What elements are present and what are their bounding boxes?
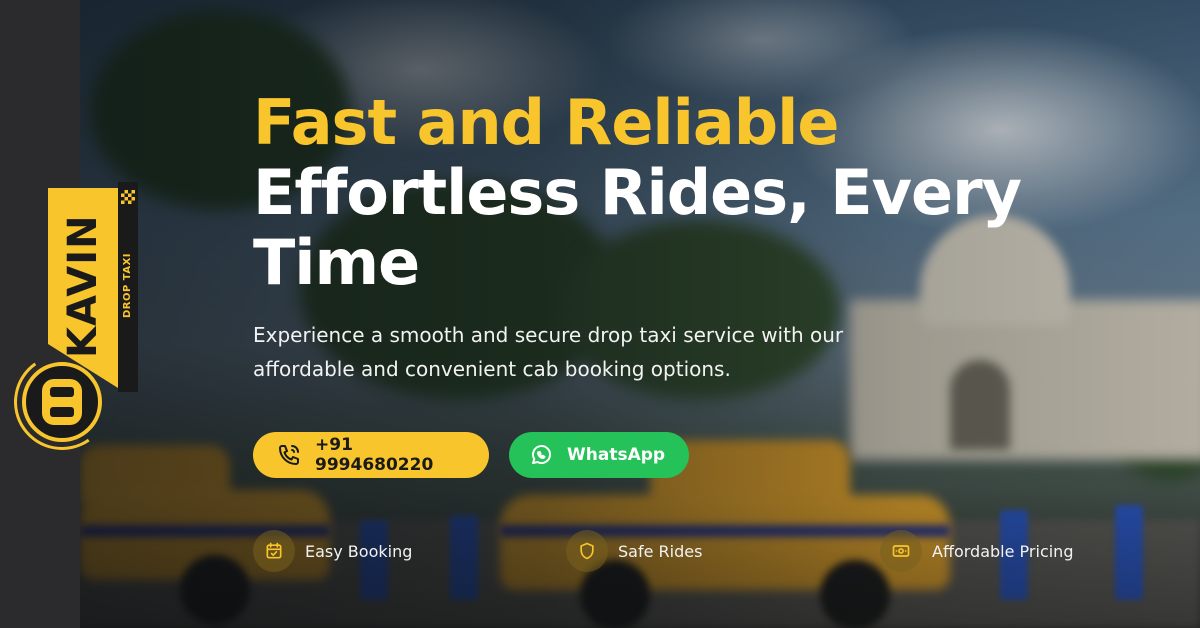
car-icon (42, 379, 82, 425)
whatsapp-button[interactable]: WhatsApp (509, 432, 689, 478)
feature-affordable-pricing: Affordable Pricing (880, 530, 1073, 572)
calendar-check-icon (266, 542, 282, 559)
checker-flag-icon (121, 190, 135, 204)
brand-logo-badge (22, 362, 102, 442)
hero-section: Fast and Reliable Effortless Rides, Ever… (253, 88, 1133, 386)
brand-name: KAVIN (60, 214, 106, 358)
feature-label: Safe Rides (618, 541, 703, 561)
feature-label: Easy Booking (305, 541, 413, 561)
feature-label: Affordable Pricing (932, 541, 1074, 561)
headline-accent: Fast and Reliable (253, 86, 839, 159)
headline-main: Effortless Rides, Every Time (253, 156, 1022, 299)
money-icon (892, 545, 910, 557)
hero-subtitle: Experience a smooth and secure drop taxi… (253, 323, 844, 381)
feature-safe-rides: Safe Rides (566, 530, 702, 572)
call-button-label: +91 9994680220 (315, 435, 434, 475)
phone-icon (279, 445, 299, 465)
call-button[interactable]: +91 9994680220 (253, 432, 489, 478)
whatsapp-icon (532, 445, 551, 464)
shield-icon (580, 542, 594, 560)
whatsapp-button-label: WhatsApp (567, 445, 666, 465)
cta-row: +91 9994680220 WhatsApp (253, 432, 689, 478)
feature-easy-booking: Easy Booking (253, 530, 412, 572)
brand-tagline: DROP TAXI (122, 252, 133, 318)
feature-list: Easy Booking Safe Rides Affordable Prici… (253, 530, 1153, 574)
